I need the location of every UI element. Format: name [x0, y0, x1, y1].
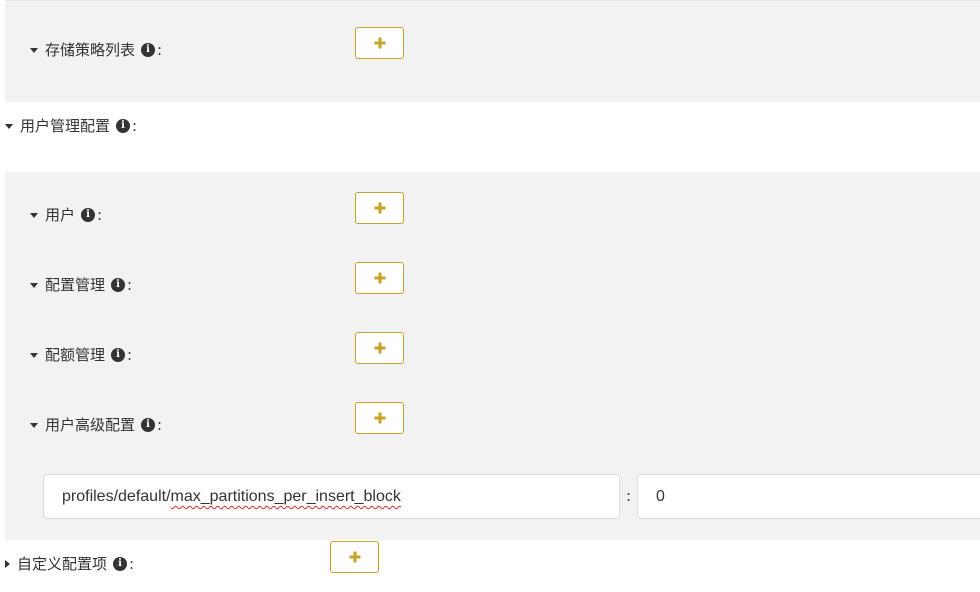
- profiles-label-text: 配置管理: [45, 276, 106, 294]
- profiles-label[interactable]: 配置管理 i :: [30, 275, 132, 295]
- add-user-button[interactable]: [355, 192, 404, 224]
- label-colon: :: [97, 206, 103, 224]
- quotas-label-text: 配额管理: [45, 346, 106, 364]
- label-colon: :: [127, 346, 133, 364]
- custom-config-section-text: 自定义配置项: [17, 555, 108, 573]
- advanced-user-config-text: 用户高级配置: [45, 416, 136, 434]
- label-colon: :: [127, 276, 133, 294]
- key-value-separator: :: [626, 487, 632, 505]
- plus-icon: [374, 342, 385, 354]
- caret-right-icon[interactable]: [5, 560, 10, 568]
- info-circle-icon[interactable]: i: [116, 119, 131, 133]
- advanced-user-config-label[interactable]: 用户高级配置 i :: [30, 415, 162, 435]
- label-colon: :: [129, 555, 135, 573]
- config-key-input[interactable]: profiles/default/max_partitions_per_inse…: [43, 474, 620, 519]
- info-circle-icon[interactable]: i: [141, 43, 156, 57]
- plus-icon: [374, 202, 385, 214]
- users-label[interactable]: 用户 i :: [30, 205, 102, 225]
- info-circle-icon[interactable]: i: [111, 348, 126, 362]
- storage-policy-list-label[interactable]: 存储策略列表 i :: [30, 40, 162, 60]
- add-quota-button[interactable]: [355, 332, 404, 364]
- info-circle-icon[interactable]: i: [111, 278, 126, 292]
- quotas-label[interactable]: 配额管理 i :: [30, 345, 132, 365]
- panel-divider: [5, 0, 980, 1]
- caret-down-icon[interactable]: [30, 48, 38, 53]
- caret-down-icon[interactable]: [5, 124, 13, 129]
- info-circle-icon[interactable]: i: [81, 208, 96, 222]
- caret-down-icon[interactable]: [30, 423, 38, 428]
- user-management-section-text: 用户管理配置: [20, 117, 111, 135]
- caret-down-icon[interactable]: [30, 283, 38, 288]
- info-circle-icon[interactable]: i: [141, 418, 156, 432]
- label-colon: :: [157, 416, 163, 434]
- add-custom-config-button[interactable]: [330, 541, 379, 573]
- label-colon: :: [157, 41, 163, 59]
- plus-icon: [349, 551, 360, 563]
- config-key-prefix: profiles/default/: [62, 488, 171, 505]
- config-value-text: 0: [656, 488, 665, 505]
- storage-policy-list-text: 存储策略列表: [45, 41, 136, 59]
- info-circle-icon[interactable]: i: [113, 557, 128, 571]
- config-value-input[interactable]: 0: [637, 474, 980, 519]
- custom-config-section-label[interactable]: 自定义配置项 i :: [5, 554, 134, 574]
- user-management-section-label[interactable]: 用户管理配置 i :: [5, 116, 137, 136]
- plus-icon: [374, 37, 385, 49]
- users-label-text: 用户: [45, 206, 76, 224]
- add-profile-button[interactable]: [355, 262, 404, 294]
- plus-icon: [374, 272, 385, 284]
- config-key-name: max_partitions_per_insert_block: [170, 488, 401, 505]
- caret-down-icon[interactable]: [30, 213, 38, 218]
- caret-down-icon[interactable]: [30, 353, 38, 358]
- add-advanced-config-button[interactable]: [355, 402, 404, 434]
- plus-icon: [374, 412, 385, 424]
- label-colon: :: [132, 117, 138, 135]
- add-storage-policy-button[interactable]: [355, 27, 404, 59]
